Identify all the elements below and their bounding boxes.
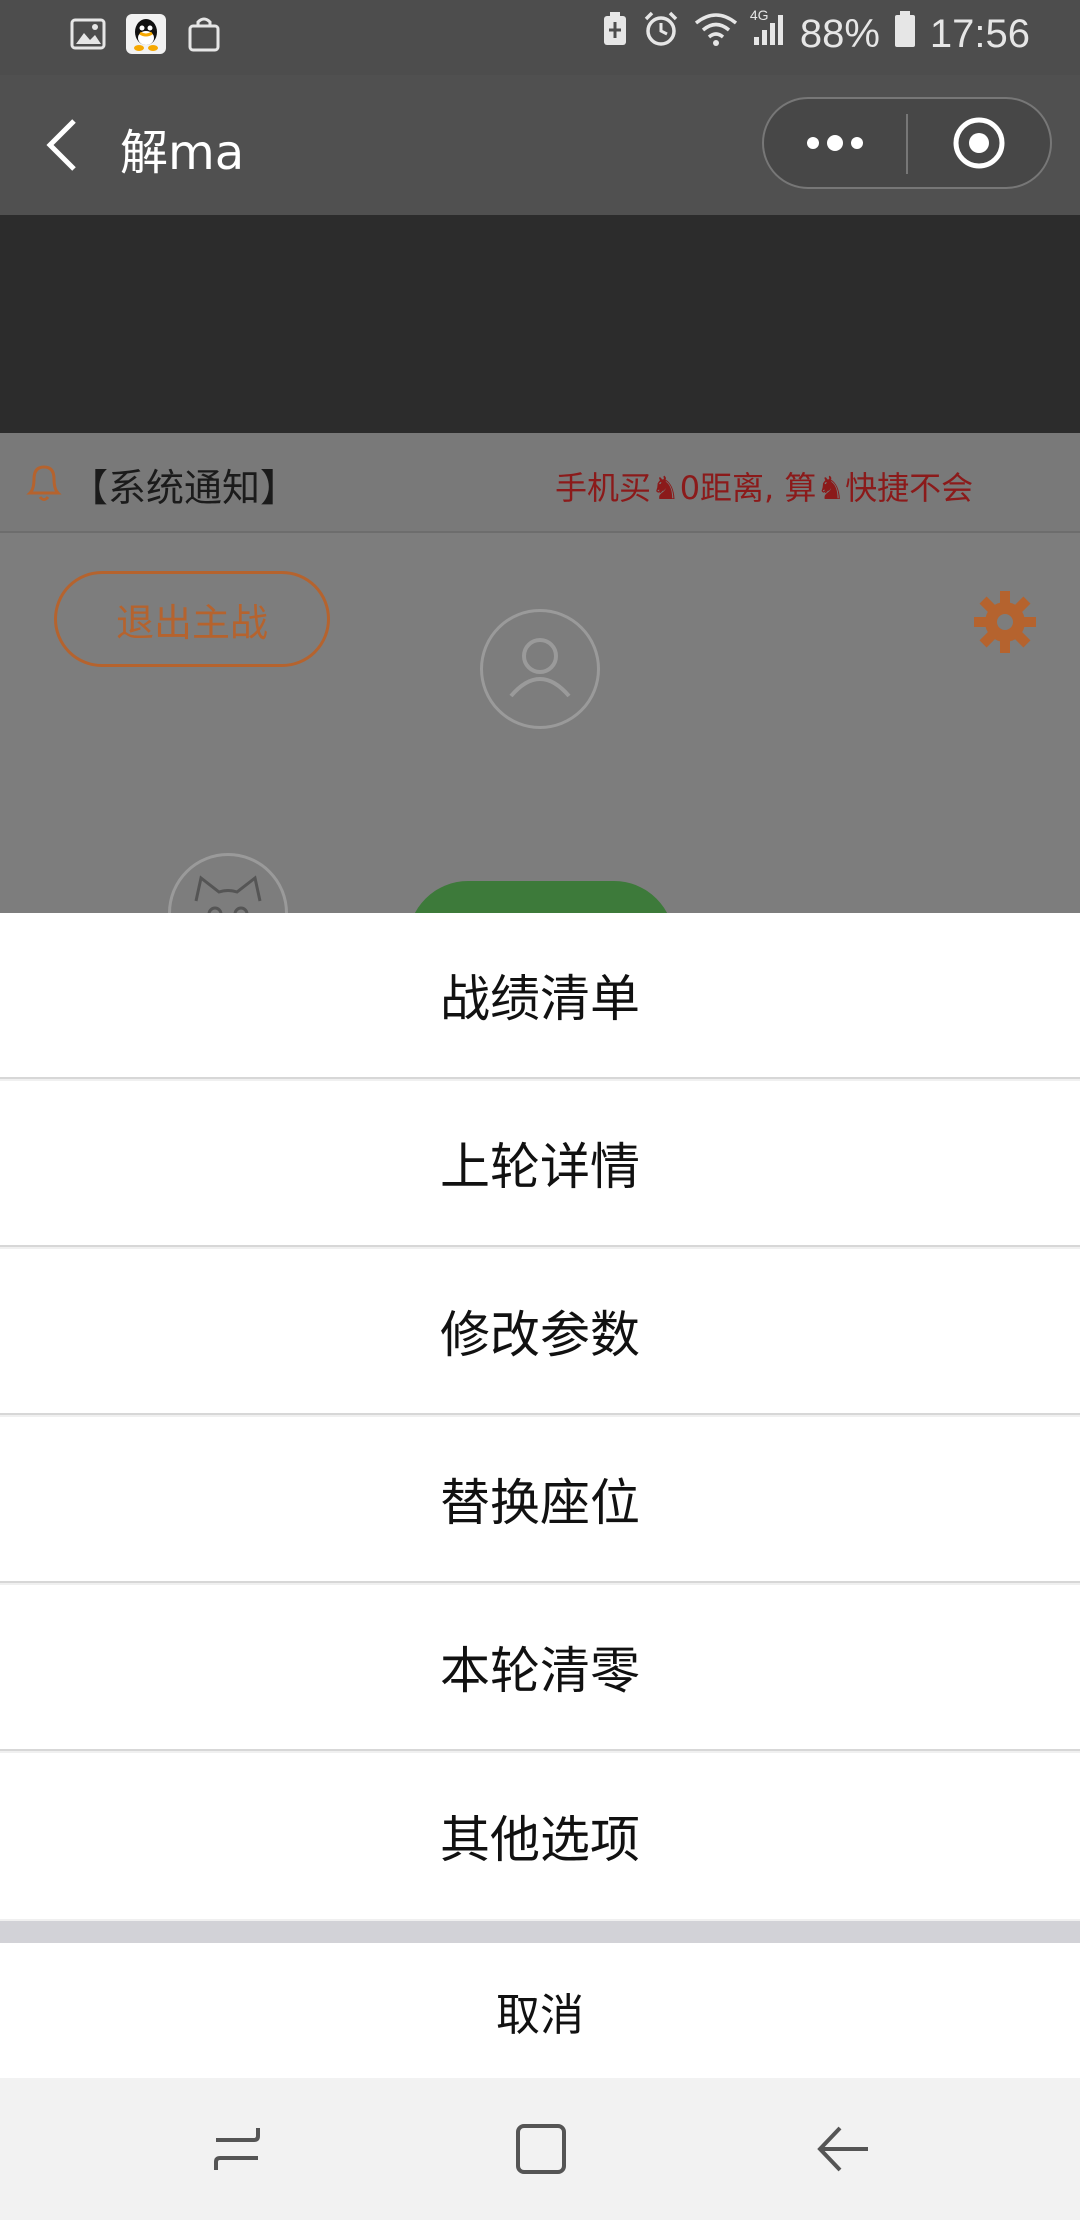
- notice-marquee: 手机买♞0距离, 算♞快捷不会: [555, 469, 974, 507]
- system-nav-bar: [0, 2078, 1080, 2220]
- battery-percent: 88%: [799, 11, 880, 56]
- alarm-icon: [642, 10, 680, 58]
- main-content: 退出主战: [0, 533, 1080, 1001]
- recent-apps-icon[interactable]: [206, 2118, 268, 2180]
- close-target-icon[interactable]: [908, 99, 1050, 187]
- cancel-button[interactable]: 取消: [0, 1943, 1080, 2078]
- action-swap-seats[interactable]: 替换座位: [0, 1417, 1080, 1583]
- network-type: 4G: [749, 7, 769, 23]
- action-last-round-details[interactable]: 上轮详情: [0, 1081, 1080, 1247]
- signal-icon: 4G: [750, 7, 786, 57]
- qq-icon: [126, 14, 166, 54]
- action-modify-parameters[interactable]: 修改参数: [0, 1249, 1080, 1415]
- capsule-menu: [762, 97, 1052, 189]
- system-status: 4G 88% 17:56: [602, 7, 1030, 58]
- bell-icon: [22, 461, 66, 505]
- system-notice: 【系统通知】 手机买♞0距离, 算♞快捷不会: [0, 433, 1080, 533]
- avatar-icon[interactable]: [480, 609, 600, 729]
- notification-icons: [68, 14, 224, 54]
- battery-icon: [894, 10, 916, 58]
- notice-label: 【系统通知】: [70, 466, 299, 510]
- gear-icon[interactable]: [972, 589, 1038, 655]
- wifi-icon: [694, 11, 738, 57]
- banner-area: [0, 215, 1080, 433]
- page-title: 解ma: [120, 125, 245, 181]
- home-icon[interactable]: [510, 2118, 572, 2180]
- action-other-options[interactable]: 其他选项: [0, 1753, 1080, 1919]
- action-reset-round[interactable]: 本轮清零: [0, 1585, 1080, 1751]
- mini-program-header: 解ma: [0, 75, 1080, 215]
- clock: 17:56: [929, 11, 1030, 56]
- status-bar: 4G 88% 17:56: [0, 0, 1080, 75]
- action-sheet: 战绩清单 上轮详情 修改参数 替换座位 本轮清零 其他选项 取消: [0, 913, 1080, 2078]
- more-icon[interactable]: [764, 99, 906, 187]
- battery-saver-icon: [602, 11, 628, 57]
- image-icon: [68, 14, 108, 54]
- sheet-separator: [0, 1921, 1080, 1943]
- action-record-list[interactable]: 战绩清单: [0, 913, 1080, 1079]
- nav-back-icon[interactable]: [812, 2118, 874, 2180]
- bag-icon: [184, 14, 224, 54]
- back-icon[interactable]: [40, 115, 84, 175]
- exit-main-button[interactable]: 退出主战: [54, 571, 330, 667]
